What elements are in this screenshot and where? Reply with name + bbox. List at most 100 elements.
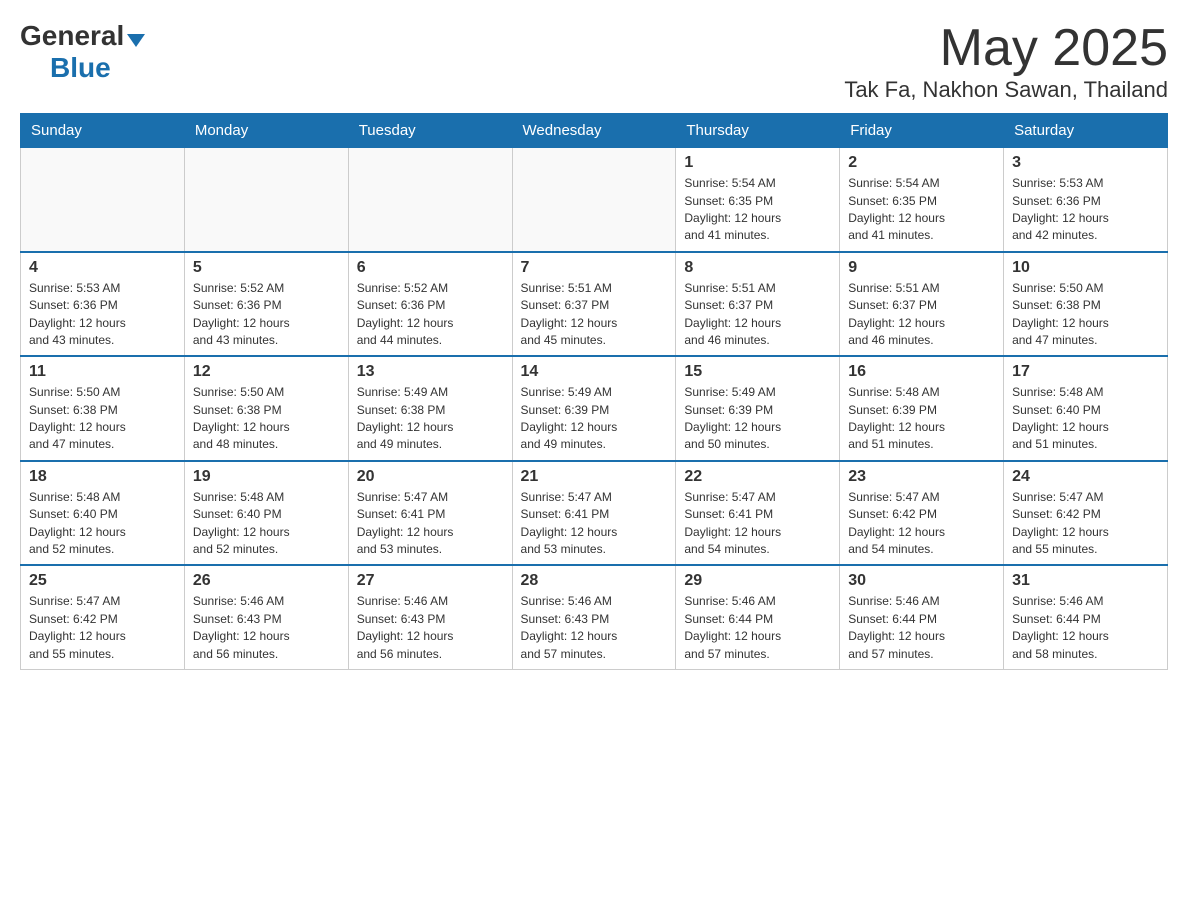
day-number: 14 [521, 363, 668, 381]
day-info: Sunrise: 5:46 AM Sunset: 6:43 PM Dayligh… [521, 593, 668, 663]
logo: General Blue [20, 20, 145, 84]
day-number: 30 [848, 572, 995, 590]
day-number: 22 [684, 468, 831, 486]
day-number: 15 [684, 363, 831, 381]
calendar-cell: 13Sunrise: 5:49 AM Sunset: 6:38 PM Dayli… [348, 356, 512, 461]
day-info: Sunrise: 5:47 AM Sunset: 6:41 PM Dayligh… [357, 489, 504, 559]
day-info: Sunrise: 5:50 AM Sunset: 6:38 PM Dayligh… [29, 384, 176, 454]
day-info: Sunrise: 5:51 AM Sunset: 6:37 PM Dayligh… [848, 280, 995, 350]
col-sunday: Sunday [21, 114, 185, 148]
day-number: 2 [848, 154, 995, 172]
day-info: Sunrise: 5:53 AM Sunset: 6:36 PM Dayligh… [29, 280, 176, 350]
day-number: 29 [684, 572, 831, 590]
page-header: General Blue May 2025 Tak Fa, Nakhon Saw… [20, 20, 1168, 103]
calendar-cell [21, 148, 185, 252]
day-number: 8 [684, 259, 831, 277]
calendar-week-3: 11 Sunrise: 5:50 AM Sunset: 6:38 PM Dayli… [21, 356, 1168, 461]
day-info: Sunrise: 5:47 AM Sunset: 6:41 PM Dayligh… [521, 489, 668, 559]
day-info: Sunrise: 5:51 AM Sunset: 6:37 PM Dayligh… [521, 280, 668, 350]
calendar-table: Sunday Monday Tuesday Wednesday Thursday… [20, 113, 1168, 670]
day-number: 19 [193, 468, 340, 486]
day-info: Sunrise: 5:50 AM Sunset: 6:38 PM Dayligh… [193, 384, 340, 454]
col-wednesday: Wednesday [512, 114, 676, 148]
calendar-cell: 14Sunrise: 5:49 AM Sunset: 6:39 PM Dayli… [512, 356, 676, 461]
day-number: 21 [521, 468, 668, 486]
day-number: 28 [521, 572, 668, 590]
calendar-week-2: 4Sunrise: 5:53 AM Sunset: 6:36 PM Daylig… [21, 252, 1168, 357]
day-info: Sunrise: 5:46 AM Sunset: 6:44 PM Dayligh… [684, 593, 831, 663]
col-friday: Friday [840, 114, 1004, 148]
day-number: 27 [357, 572, 504, 590]
day-info: Sunrise: 5:47 AM Sunset: 6:41 PM Dayligh… [684, 489, 831, 559]
day-info: Sunrise: 5:52 AM Sunset: 6:36 PM Dayligh… [193, 280, 340, 350]
calendar-cell: 23Sunrise: 5:47 AM Sunset: 6:42 PM Dayli… [840, 461, 1004, 566]
day-info: Sunrise: 5:53 AM Sunset: 6:36 PM Dayligh… [1012, 175, 1159, 245]
day-info: Sunrise: 5:51 AM Sunset: 6:37 PM Dayligh… [684, 280, 831, 350]
calendar-cell: 12 Sunrise: 5:50 AM Sunset: 6:38 PM Dayli… [184, 356, 348, 461]
day-info: Sunrise: 5:47 AM Sunset: 6:42 PM Dayligh… [29, 593, 176, 663]
calendar-cell: 17 Sunrise: 5:48 AM Sunset: 6:40 PM Dayli… [1004, 356, 1168, 461]
calendar-header-row: Sunday Monday Tuesday Wednesday Thursday… [21, 114, 1168, 148]
calendar-cell: 16 Sunrise: 5:48 AM Sunset: 6:39 PM Dayli… [840, 356, 1004, 461]
calendar-week-1: 1 Sunrise: 5:54 AM Sunset: 6:35 PM Daylig… [21, 148, 1168, 252]
calendar-cell: 11 Sunrise: 5:50 AM Sunset: 6:38 PM Dayli… [21, 356, 185, 461]
col-saturday: Saturday [1004, 114, 1168, 148]
calendar-cell [348, 148, 512, 252]
day-number: 6 [357, 259, 504, 277]
calendar-cell: 25 Sunrise: 5:47 AM Sunset: 6:42 PM Dayli… [21, 565, 185, 669]
calendar-cell [512, 148, 676, 252]
calendar-cell: 2 Sunrise: 5:54 AM Sunset: 6:35 PM Daylig… [840, 148, 1004, 252]
day-info: Sunrise: 5:48 AM Sunset: 6:40 PM Dayligh… [1012, 384, 1159, 454]
day-number: 5 [193, 259, 340, 277]
logo-blue-text: Blue [50, 52, 111, 84]
day-number: 1 [684, 154, 831, 172]
day-number: 31 [1012, 572, 1159, 590]
calendar-cell: 15 Sunrise: 5:49 AM Sunset: 6:39 PM Dayli… [676, 356, 840, 461]
day-number: 20 [357, 468, 504, 486]
day-info: Sunrise: 5:46 AM Sunset: 6:43 PM Dayligh… [193, 593, 340, 663]
calendar-cell: 20 Sunrise: 5:47 AM Sunset: 6:41 PM Dayli… [348, 461, 512, 566]
day-number: 12 [193, 363, 340, 381]
day-number: 25 [29, 572, 176, 590]
calendar-cell: 6Sunrise: 5:52 AM Sunset: 6:36 PM Daylig… [348, 252, 512, 357]
calendar-week-4: 18 Sunrise: 5:48 AM Sunset: 6:40 PM Dayli… [21, 461, 1168, 566]
day-info: Sunrise: 5:54 AM Sunset: 6:35 PM Dayligh… [684, 175, 831, 245]
day-info: Sunrise: 5:49 AM Sunset: 6:39 PM Dayligh… [684, 384, 831, 454]
day-number: 11 [29, 363, 176, 381]
day-info: Sunrise: 5:49 AM Sunset: 6:38 PM Dayligh… [357, 384, 504, 454]
calendar-cell: 22 Sunrise: 5:47 AM Sunset: 6:41 PM Dayli… [676, 461, 840, 566]
day-number: 26 [193, 572, 340, 590]
day-number: 23 [848, 468, 995, 486]
day-info: Sunrise: 5:47 AM Sunset: 6:42 PM Dayligh… [1012, 489, 1159, 559]
calendar-cell: 9Sunrise: 5:51 AM Sunset: 6:37 PM Daylig… [840, 252, 1004, 357]
day-number: 16 [848, 363, 995, 381]
col-tuesday: Tuesday [348, 114, 512, 148]
calendar-cell: 24 Sunrise: 5:47 AM Sunset: 6:42 PM Dayli… [1004, 461, 1168, 566]
month-title: May 2025 [844, 20, 1168, 77]
calendar-cell: 18 Sunrise: 5:48 AM Sunset: 6:40 PM Dayli… [21, 461, 185, 566]
calendar-cell [184, 148, 348, 252]
day-info: Sunrise: 5:54 AM Sunset: 6:35 PM Dayligh… [848, 175, 995, 245]
col-thursday: Thursday [676, 114, 840, 148]
location-title: Tak Fa, Nakhon Sawan, Thailand [844, 77, 1168, 103]
day-number: 7 [521, 259, 668, 277]
calendar-cell: 4Sunrise: 5:53 AM Sunset: 6:36 PM Daylig… [21, 252, 185, 357]
day-info: Sunrise: 5:46 AM Sunset: 6:44 PM Dayligh… [1012, 593, 1159, 663]
day-number: 3 [1012, 154, 1159, 172]
calendar-cell: 27 Sunrise: 5:46 AM Sunset: 6:43 PM Dayli… [348, 565, 512, 669]
day-info: Sunrise: 5:48 AM Sunset: 6:39 PM Dayligh… [848, 384, 995, 454]
calendar-cell: 29 Sunrise: 5:46 AM Sunset: 6:44 PM Dayli… [676, 565, 840, 669]
col-monday: Monday [184, 114, 348, 148]
calendar-cell: 7 Sunrise: 5:51 AM Sunset: 6:37 PM Daylig… [512, 252, 676, 357]
day-info: Sunrise: 5:46 AM Sunset: 6:43 PM Dayligh… [357, 593, 504, 663]
day-number: 10 [1012, 259, 1159, 277]
logo-triangle-icon [127, 34, 145, 47]
day-number: 18 [29, 468, 176, 486]
calendar-cell: 31 Sunrise: 5:46 AM Sunset: 6:44 PM Dayli… [1004, 565, 1168, 669]
day-number: 24 [1012, 468, 1159, 486]
calendar-cell: 30Sunrise: 5:46 AM Sunset: 6:44 PM Dayli… [840, 565, 1004, 669]
day-info: Sunrise: 5:48 AM Sunset: 6:40 PM Dayligh… [193, 489, 340, 559]
day-info: Sunrise: 5:48 AM Sunset: 6:40 PM Dayligh… [29, 489, 176, 559]
day-number: 17 [1012, 363, 1159, 381]
calendar-cell: 3 Sunrise: 5:53 AM Sunset: 6:36 PM Daylig… [1004, 148, 1168, 252]
